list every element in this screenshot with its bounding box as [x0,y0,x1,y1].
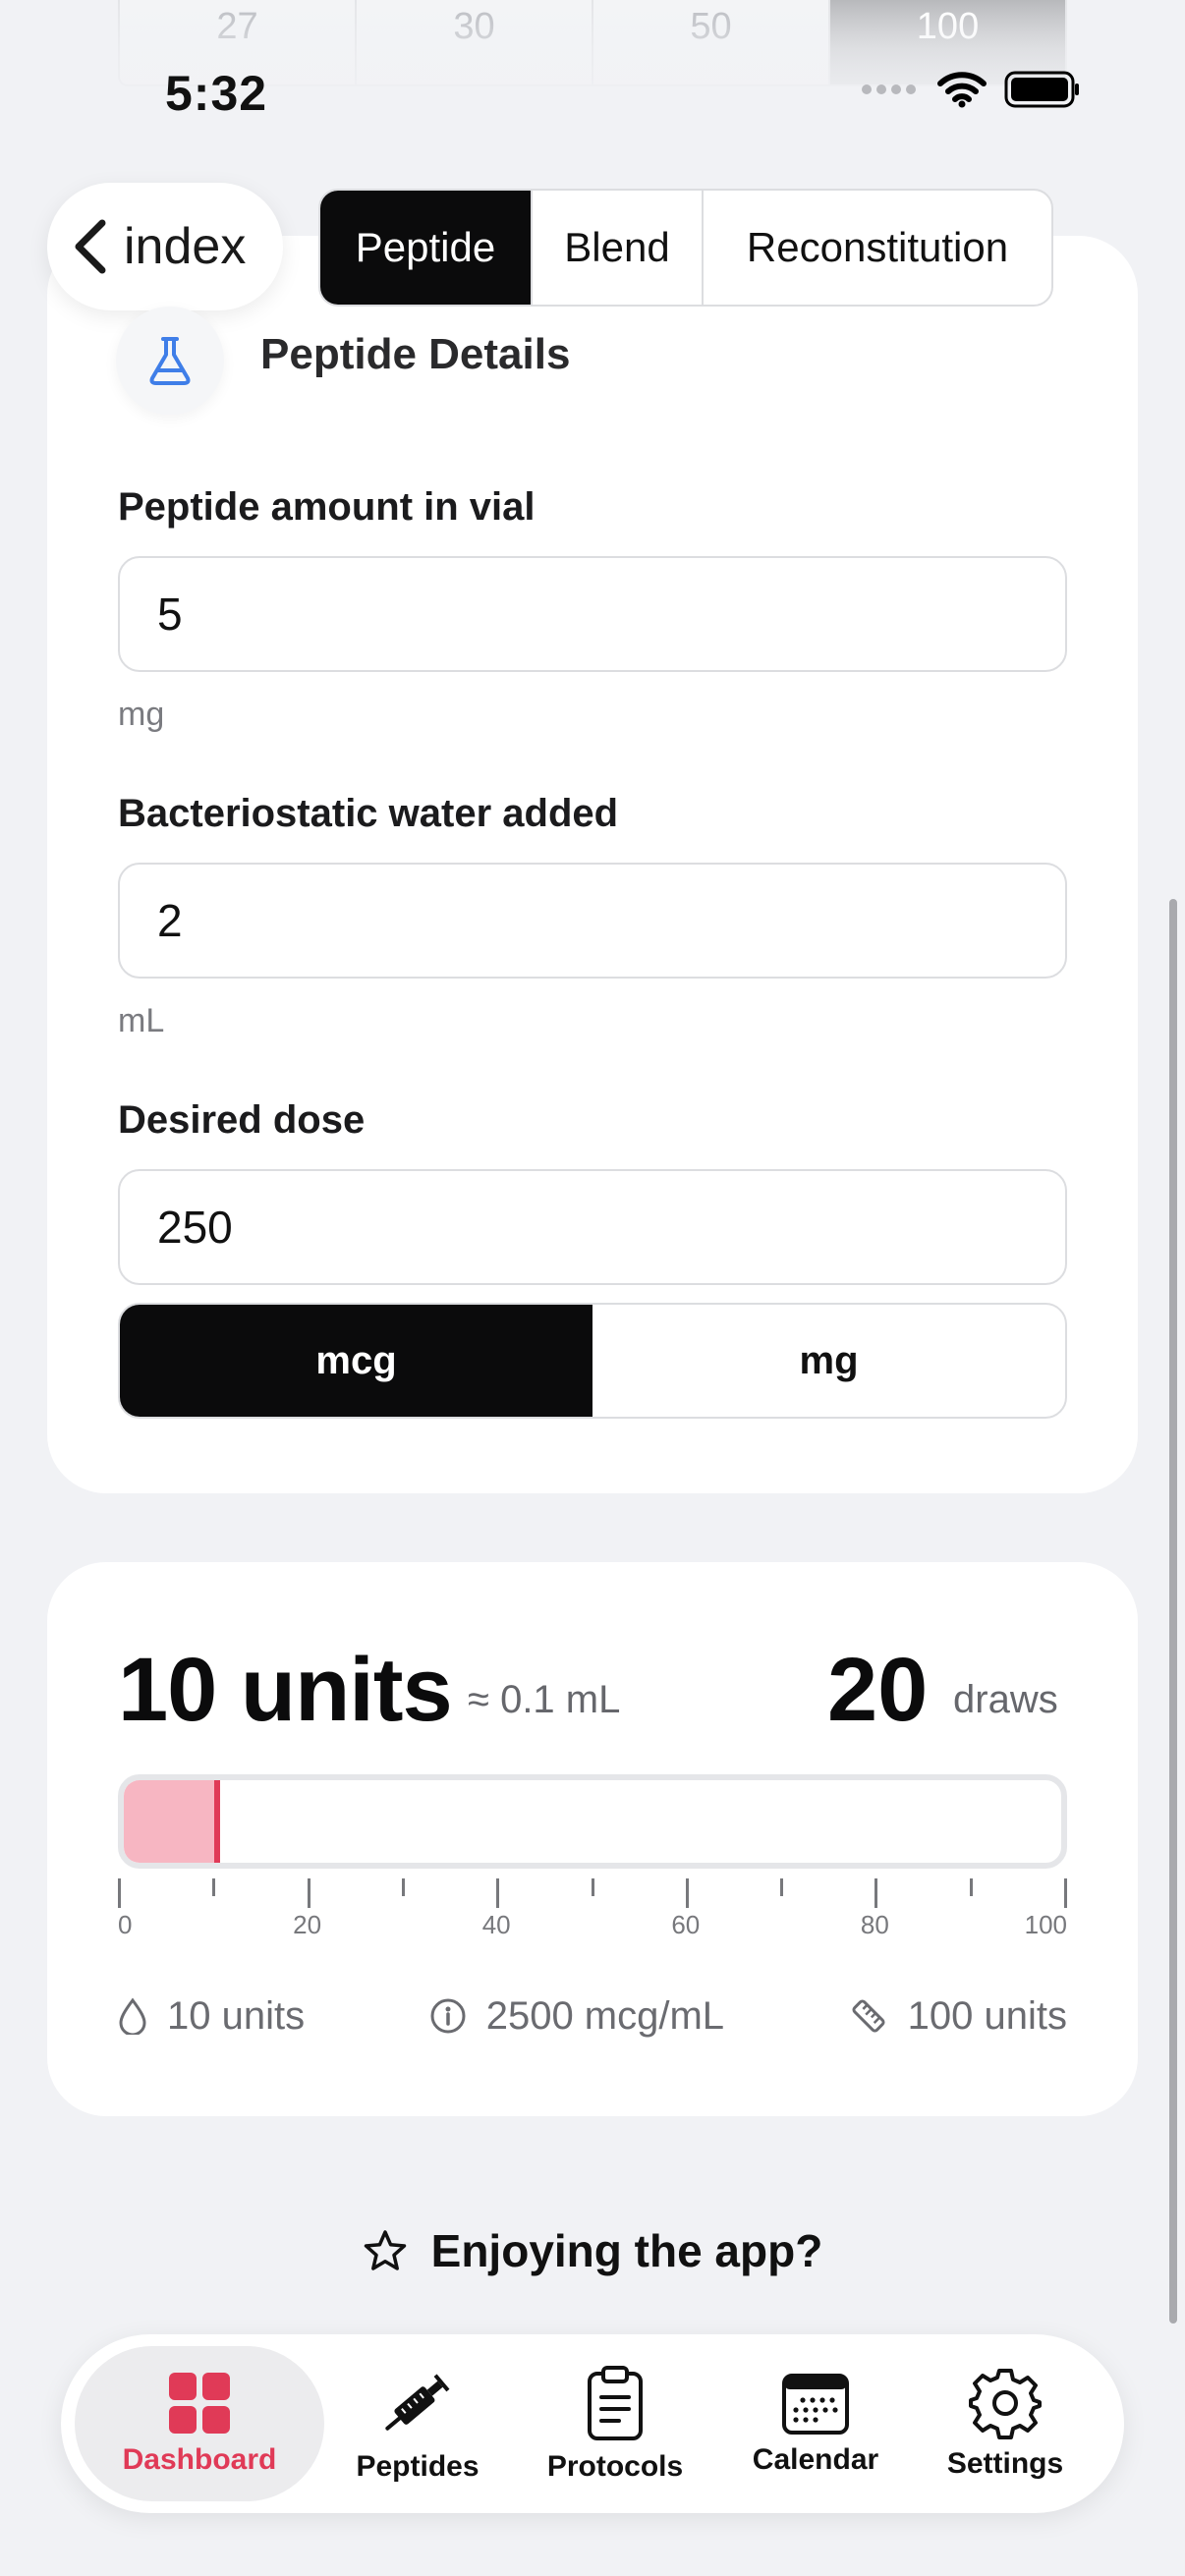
dose-unit-toggle: mcg mg [118,1303,1067,1419]
drop-icon [119,1997,146,2035]
signal-dots-icon [862,84,916,94]
tab-calendar[interactable]: Calendar [719,2346,912,2501]
scrollbar[interactable] [1169,899,1177,2324]
tab-protocols-label: Protocols [546,2450,684,2483]
tick-label: 80 [860,1910,889,1939]
gear-icon [969,2369,1042,2439]
status-time: 5:32 [165,66,268,121]
section-title: Peptide Details [260,330,571,378]
tick-label: 60 [671,1910,701,1939]
tab-settings-label: Settings [946,2447,1064,2480]
tick-label: 100 [1024,1910,1067,1939]
major-tick [118,1878,121,1908]
major-tick [875,1878,878,1908]
status-icons [861,71,1081,108]
stat-concentration: 2500 mcg/mL [429,1994,724,2039]
back-button-label: index [124,218,247,275]
clipboard-icon [588,2366,643,2440]
dose-unit-mcg[interactable]: mcg [120,1305,592,1417]
tick-label: 40 [481,1910,511,1939]
mode-tabs: Peptide Blend Reconstitution [318,189,1053,307]
volume-result: ≈ 0.1 mL [468,1678,621,1721]
minor-tick [401,1878,405,1896]
minor-tick [591,1878,594,1896]
gauge-marker [214,1780,221,1863]
water-added-input[interactable]: 2 [118,863,1067,979]
stat-concentration-text: 2500 mcg/mL [485,1993,725,2038]
desired-dose-input[interactable]: 250 [118,1169,1067,1285]
ruler-icon [852,1999,885,2033]
tab-settings[interactable]: Settings [912,2346,1099,2501]
flask-icon [149,337,191,385]
tab-dashboard-label: Dashboard [122,2443,277,2476]
peptide-amount-input[interactable]: 5 [118,556,1067,672]
tab-reconstitution[interactable]: Reconstitution [704,191,1051,305]
flask-icon-badge [116,307,224,415]
major-tick [307,1878,310,1908]
info-icon [430,1998,466,2034]
syringe-gauge [118,1774,1067,1869]
stat-syringe-size: 100 units [849,1994,1067,2039]
desired-dose-label: Desired dose [118,1098,366,1142]
peptide-amount-unit: mg [118,696,165,733]
syringe-icon [385,2374,450,2431]
wifi-icon [937,72,987,108]
grid-icon [169,2373,230,2434]
dose-unit-mg[interactable]: mg [592,1305,1065,1417]
draws-count: 20 [827,1640,929,1740]
peptide-amount-label: Peptide amount in vial [118,485,536,529]
tab-peptides-label: Peptides [356,2450,480,2483]
major-tick [496,1878,500,1908]
tab-calendar-label: Calendar [752,2443,879,2476]
water-added-unit: mL [118,1002,165,1039]
back-button[interactable]: index [47,183,283,310]
result-stats: 10 units 2500 mcg/mL 100 units [118,1987,1067,2045]
major-tick [1064,1878,1067,1908]
water-added-label: Bacteriostatic water added [118,792,619,835]
calendar-icon [782,2374,849,2435]
minor-tick [969,1878,973,1896]
feedback-prompt[interactable]: Enjoying the app? [0,2224,1185,2277]
stat-units: 10 units [118,1994,305,2039]
tab-dashboard[interactable]: Dashboard [75,2346,324,2501]
major-tick [685,1878,689,1908]
units-result: 10 units [118,1640,453,1740]
chevron-left-icon [75,219,106,274]
tab-blend[interactable]: Blend [533,191,704,305]
tab-peptides[interactable]: Peptides [324,2346,511,2501]
tab-peptide[interactable]: Peptide [320,191,533,305]
bottom-tab-bar: Dashboard Peptides Protocols Calendar Se… [61,2334,1124,2513]
stat-syringe-size-text: 100 units [907,1993,1067,2038]
star-icon [364,2230,406,2270]
minor-tick [212,1878,216,1896]
battery-icon [1004,71,1079,108]
feedback-text: Enjoying the app? [430,2225,823,2276]
minor-tick [780,1878,784,1896]
gauge-fill [124,1780,218,1863]
draws-label: draws [953,1678,1058,1721]
tick-label: 20 [293,1910,322,1939]
stat-units-text: 10 units [167,1993,306,2038]
gauge-scale: 0 20 40 60 80 100 [118,1878,1067,1957]
tab-protocols[interactable]: Protocols [511,2346,719,2501]
tick-label: 0 [118,1910,133,1939]
